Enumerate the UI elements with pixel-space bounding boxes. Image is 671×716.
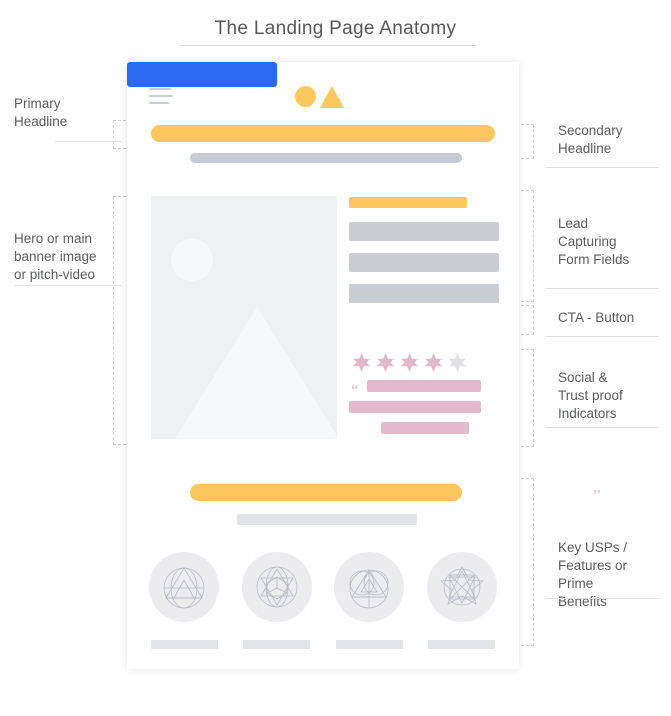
annotation-secondary-headline-line1: Secondary (558, 123, 623, 138)
feature-item[interactable] (423, 552, 501, 649)
annotation-hero-media-line3: or pitch-video (14, 267, 96, 282)
feature-item[interactable] (145, 552, 223, 649)
form-field-3[interactable] (349, 284, 499, 303)
feature-label-bar (428, 640, 496, 649)
annotation-social-proof-line1: Social & (558, 370, 608, 385)
feature-icon-circle (149, 552, 219, 622)
annotation-usps-line3: Prime (558, 576, 594, 591)
annotation-cta-rule (546, 336, 658, 337)
features-heading-bar (190, 484, 462, 501)
landing-page-anatomy-diagram: The Landing Page Anatomy Primary Headlin… (0, 0, 671, 716)
annotation-lead-form-line2: Capturing (558, 234, 617, 249)
star-polygon-icon (439, 566, 485, 606)
landing-page-mockup: “ ” (127, 62, 601, 669)
title-underline (181, 45, 476, 46)
star-filled-icon (352, 353, 371, 372)
mountain-triangle-icon (175, 307, 337, 439)
annotation-social-proof-rule (546, 427, 658, 428)
star-filled-icon (400, 353, 419, 372)
hero-image-placeholder (151, 196, 337, 439)
feature-label-bar (243, 640, 311, 649)
hamburger-line (149, 88, 171, 90)
cube-geometry-icon (256, 566, 298, 608)
annotation-lead-form-line3: Form Fields (558, 252, 630, 267)
logo-circle-icon (295, 86, 316, 107)
annotation-lead-form-line1: Lead (558, 216, 589, 231)
annotation-usps: Key USPs / Features or Prime Benefits (558, 539, 662, 611)
feature-icon-circle (334, 552, 405, 622)
feature-label-bar (150, 640, 218, 649)
features-subtitle-bar (237, 514, 417, 525)
annotation-usps-line4: Benefits (558, 594, 607, 609)
annotation-secondary-headline-line2: Headline (558, 141, 612, 156)
form-field-2[interactable] (349, 253, 499, 272)
testimonial-line-2 (349, 401, 481, 413)
primary-headline-bar (151, 125, 495, 142)
annotation-lead-form: Lead Capturing Form Fields (558, 215, 662, 269)
testimonial-line-1 (367, 380, 481, 392)
annotation-cta: CTA - Button (558, 309, 662, 327)
annotation-usps-line1: Key USPs / (558, 540, 628, 555)
annotation-primary-headline-line2: Headline (14, 114, 68, 129)
star-filled-icon (424, 353, 443, 372)
star-rating (352, 353, 467, 372)
annotation-hero-media-line2: banner image (14, 249, 97, 264)
star-empty-icon (448, 353, 467, 372)
secondary-headline-bar (190, 153, 462, 163)
annotation-secondary-headline: Secondary Headline (558, 122, 658, 158)
triangle-in-circle-icon (163, 567, 205, 609)
annotation-hero-media: Hero or main banner image or pitch-video (14, 230, 122, 284)
feature-icon-circle (241, 552, 312, 622)
feature-item[interactable] (238, 552, 316, 649)
star-filled-icon (376, 353, 395, 372)
annotation-usps-rule (546, 598, 658, 599)
hamburger-icon[interactable] (149, 88, 173, 109)
annotation-primary-headline: Primary Headline (14, 95, 110, 131)
page-title: The Landing Page Anatomy (214, 18, 457, 39)
annotation-hero-media-rule (14, 285, 121, 286)
form-heading-bar (349, 197, 467, 208)
annotation-secondary-headline-rule (546, 167, 658, 168)
form-field-1[interactable] (349, 222, 499, 241)
logo[interactable] (295, 84, 351, 110)
quote-close-icon: ” (593, 486, 601, 505)
quote-open-icon: “ (351, 381, 359, 400)
overlapping-circles-icon (349, 569, 389, 609)
annotation-lead-form-rule (546, 288, 658, 289)
annotation-hero-media-line1: Hero or main (14, 231, 93, 246)
cta-button[interactable] (127, 62, 277, 87)
annotation-social-proof: Social & Trust proof Indicators (558, 369, 662, 423)
feature-item[interactable] (330, 552, 408, 649)
sun-circle-icon (171, 239, 213, 281)
feature-icon-circle (426, 552, 497, 622)
annotation-social-proof-line2: Trust proof (558, 388, 623, 403)
annotation-primary-headline-rule (55, 141, 121, 142)
feature-label-bar (335, 640, 403, 649)
annotation-primary-headline-line1: Primary (14, 96, 61, 111)
logo-triangle-icon (320, 86, 344, 108)
hamburger-line (149, 95, 173, 97)
testimonial-line-3 (381, 422, 469, 434)
hamburger-line (149, 102, 169, 104)
annotation-cta-line1: CTA - Button (558, 310, 635, 325)
annotation-social-proof-line3: Indicators (558, 406, 617, 421)
annotation-usps-line2: Features or (558, 558, 628, 573)
feature-row (145, 552, 501, 649)
